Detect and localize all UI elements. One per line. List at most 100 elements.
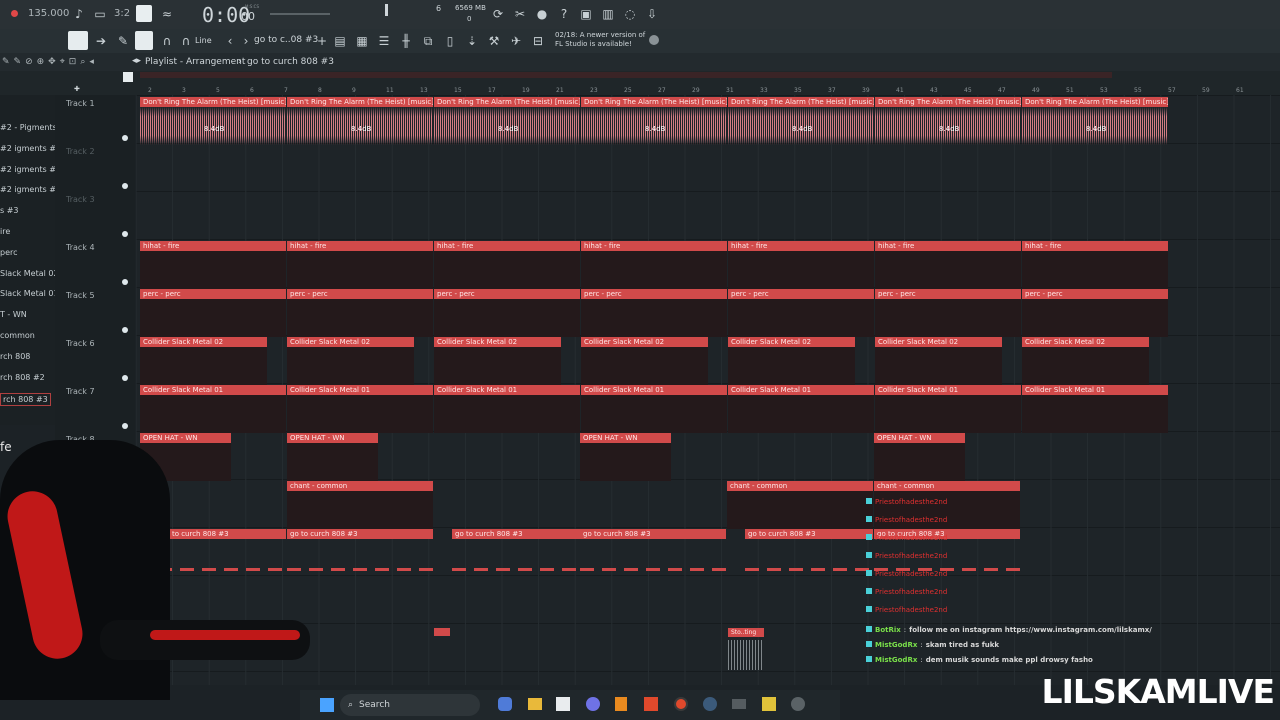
track-name[interactable]: Track 1 xyxy=(66,99,95,108)
channel-rack-icon[interactable]: ☰ xyxy=(374,31,394,51)
browser-icon[interactable]: ▯ xyxy=(440,31,460,51)
pattern-list-item[interactable]: T - WN xyxy=(0,310,27,319)
pattern-list-item[interactable]: s #3 xyxy=(0,206,19,215)
windows-start-icon[interactable] xyxy=(320,698,334,712)
loop-icon[interactable]: ≈ xyxy=(157,4,177,24)
pattern-list-item[interactable]: #2 - Pigments xyxy=(0,123,57,132)
link-button[interactable] xyxy=(135,31,153,50)
track-mute-led[interactable] xyxy=(122,183,128,189)
pattern-list-item[interactable]: ire xyxy=(0,227,10,236)
hihat-clip[interactable]: hihat - fire xyxy=(434,241,580,251)
track-name[interactable]: Track 2 xyxy=(66,147,95,156)
track-mute-led[interactable] xyxy=(122,231,128,237)
download-icon[interactable]: ⇩ xyxy=(642,4,662,24)
perc-clip[interactable]: perc - perc xyxy=(875,289,1021,299)
horizontal-scrollbar[interactable] xyxy=(140,72,1112,78)
audio-clip[interactable]: Don't Ring The Alarm (The Heist) [music] xyxy=(140,97,286,107)
pattern-list-item[interactable]: rch 808 #2 xyxy=(0,373,45,382)
perc-clip[interactable]: perc - perc xyxy=(140,289,286,299)
globe-icon[interactable] xyxy=(649,35,659,45)
plugin-icon[interactable]: ⧉ xyxy=(418,31,438,51)
hihat-clip[interactable]: hihat - fire xyxy=(581,241,727,251)
file-explorer-icon[interactable] xyxy=(528,698,542,710)
pattern-list-item[interactable]: Slack Metal 01 xyxy=(0,289,59,298)
track-mute-led[interactable] xyxy=(122,279,128,285)
track-name[interactable]: Track 7 xyxy=(66,387,95,396)
mixer-faders-icon[interactable]: ╫ xyxy=(396,31,416,51)
metal02-clip[interactable]: Collider Slack Metal 02 xyxy=(581,337,708,347)
metal02-clip[interactable]: Collider Slack Metal 02 xyxy=(140,337,267,347)
save-icon[interactable]: ▣ xyxy=(576,4,596,24)
timeline-ruler[interactable]: ✚ 2 3 5 6 7 8 9 11 13 15 17 19 21 23 25 27 29 31 33 35 37 39 4… xyxy=(0,71,1280,95)
news-line-2[interactable]: FL Studio is available! xyxy=(555,40,632,48)
audio-clip[interactable]: Don't Ring The Alarm (The Heist) [music] xyxy=(875,97,1021,107)
app-icon-11[interactable] xyxy=(791,697,805,711)
pianoroll-icon[interactable]: ▦ xyxy=(352,31,372,51)
metal01-clip[interactable]: Collider Slack Metal 01 xyxy=(287,385,433,395)
tempo-display[interactable]: 135.000 xyxy=(28,8,69,19)
metal01-clip[interactable]: Collider Slack Metal 01 xyxy=(581,385,727,395)
snap-magnet-icon[interactable]: ∩ xyxy=(157,31,177,51)
metronome-icon[interactable]: ♪ xyxy=(69,4,89,24)
app-icon-9[interactable] xyxy=(732,699,746,709)
track-name[interactable]: Track 4 xyxy=(66,243,95,252)
copilot-icon[interactable] xyxy=(498,697,512,711)
hihat-clip[interactable]: hihat - fire xyxy=(1022,241,1168,251)
small-clip-2[interactable] xyxy=(434,628,450,636)
pattern-list-item[interactable]: #2 igments #2 xyxy=(0,144,61,153)
add-pattern-icon[interactable]: + xyxy=(312,31,332,51)
chrome-icon[interactable] xyxy=(674,697,688,711)
track-name[interactable]: Track 6 xyxy=(66,339,95,348)
record-icon[interactable] xyxy=(11,10,18,17)
mode-label[interactable]: 3:2 xyxy=(114,8,130,19)
curch-clip[interactable]: go to curch 808 #3 xyxy=(452,529,580,539)
brave-icon[interactable] xyxy=(644,697,658,711)
audio-clip[interactable]: Don't Ring The Alarm (The Heist) [music] xyxy=(287,97,433,107)
perc-clip[interactable]: perc - perc xyxy=(728,289,874,299)
track-mute-led[interactable] xyxy=(122,375,128,381)
pencil-icon[interactable]: ✎ xyxy=(113,31,133,51)
ruler-extra-icon[interactable] xyxy=(123,72,133,82)
perc-clip[interactable]: perc - perc xyxy=(434,289,580,299)
track-name[interactable]: Track 3 xyxy=(66,195,95,204)
pin-icon[interactable]: ⇣ xyxy=(462,31,482,51)
snap-icon[interactable]: ∩ xyxy=(176,31,196,51)
hihat-clip[interactable]: hihat - fire xyxy=(140,241,286,251)
metal01-clip[interactable]: Collider Slack Metal 01 xyxy=(728,385,874,395)
hihat-clip[interactable]: hihat - fire xyxy=(728,241,874,251)
wait-icon[interactable]: ▭ xyxy=(90,4,110,24)
playlist-icon[interactable]: ▤ xyxy=(330,31,350,51)
perc-clip[interactable]: perc - perc xyxy=(1022,289,1168,299)
metal02-clip[interactable]: Collider Slack Metal 02 xyxy=(434,337,561,347)
steam-icon[interactable] xyxy=(703,697,717,711)
playlist-arrow-icon[interactable]: ◂▸ xyxy=(132,56,141,66)
track-mute-led[interactable] xyxy=(122,327,128,333)
brush-icon[interactable]: ✈ xyxy=(506,31,526,51)
pattern-list-item[interactable]: rch 808 #3 xyxy=(0,393,51,407)
metal01-clip[interactable]: Collider Slack Metal 01 xyxy=(434,385,580,395)
refresh-icon[interactable]: ⟳ xyxy=(488,4,508,24)
pattern-list-item[interactable]: Slack Metal 02 xyxy=(0,269,59,278)
browser-toggle-button[interactable] xyxy=(68,31,88,50)
pattern-select[interactable]: go to c..08 #3 xyxy=(254,35,318,45)
scissors-icon[interactable]: ✂ xyxy=(510,4,530,24)
openhat-clip[interactable]: OPEN HAT - WN xyxy=(874,433,965,443)
discord-icon[interactable] xyxy=(586,697,600,711)
song-position[interactable] xyxy=(385,4,388,16)
news-line-1[interactable]: 02/18: A newer version of xyxy=(555,31,645,39)
hihat-clip[interactable]: hihat - fire xyxy=(875,241,1021,251)
metal02-clip[interactable]: Collider Slack Metal 02 xyxy=(728,337,855,347)
store-icon[interactable] xyxy=(556,697,570,711)
cart-icon[interactable]: ⊟ xyxy=(528,31,548,51)
ruler-play-icon[interactable]: ✚ xyxy=(74,85,80,93)
perc-clip[interactable]: perc - perc xyxy=(581,289,727,299)
pattern-mode-button[interactable] xyxy=(136,5,152,22)
app-icon-10[interactable] xyxy=(762,697,776,711)
tools-icon[interactable]: ⚒ xyxy=(484,31,504,51)
chant-clip[interactable]: chant - common xyxy=(874,481,1020,491)
next-arrow-icon[interactable]: › xyxy=(236,31,256,51)
taskbar-search[interactable]: ⌕ Search xyxy=(340,694,480,716)
track-mute-led[interactable] xyxy=(122,135,128,141)
curch-clip[interactable]: go to curch 808 #3 xyxy=(580,529,726,539)
chat-icon[interactable]: ◌ xyxy=(620,4,640,24)
